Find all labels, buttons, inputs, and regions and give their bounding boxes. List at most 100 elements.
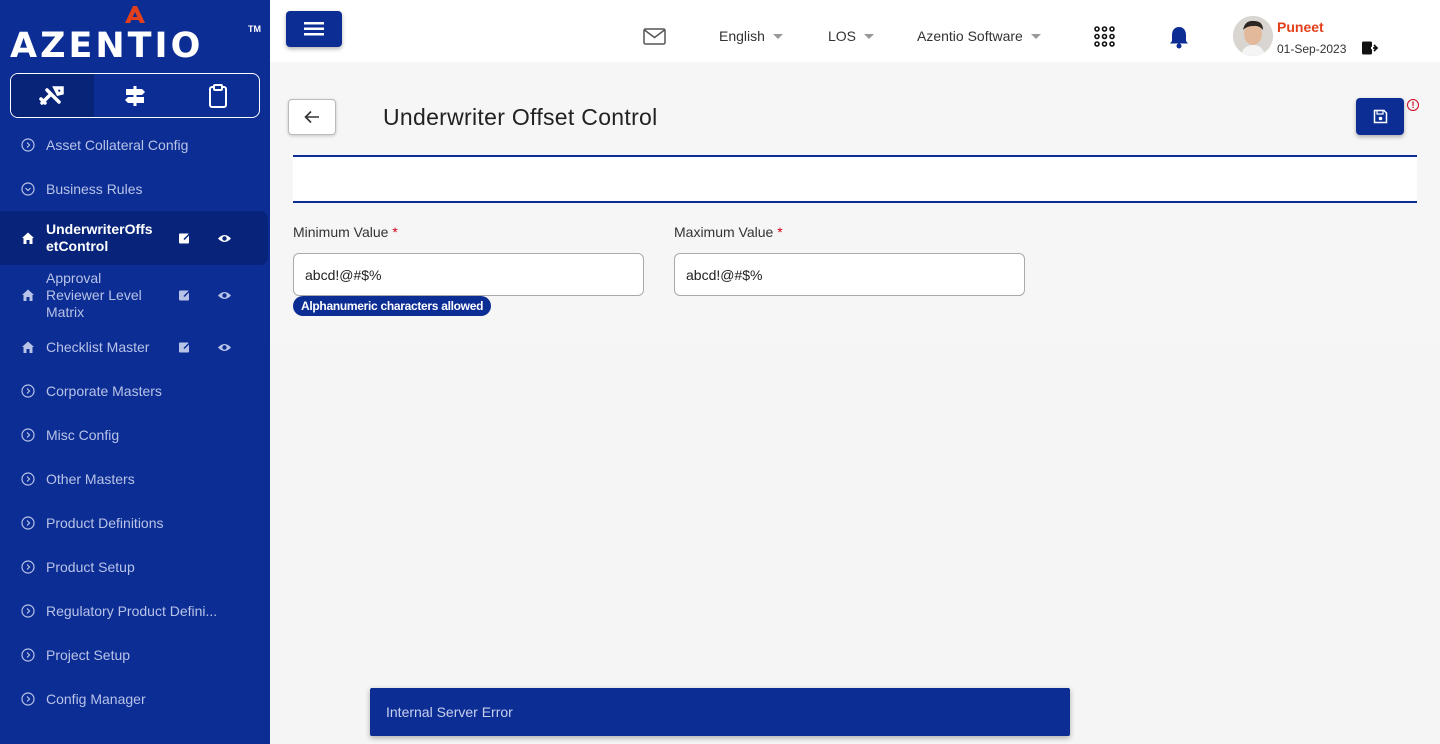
chevron-circle-icon [21, 604, 35, 618]
edit-icon[interactable] [178, 289, 191, 302]
chevron-down-icon [772, 33, 783, 39]
sidebar-item-label: Approval Reviewer Level Matrix [46, 269, 142, 320]
sidebar-tab-switcher [10, 73, 260, 118]
home-icon [22, 289, 34, 301]
chevron-down-icon [864, 33, 875, 39]
tab-clipboard[interactable] [176, 74, 259, 117]
page-background [270, 344, 1440, 744]
chevron-circle-icon [21, 472, 35, 486]
eye-icon[interactable] [217, 290, 232, 300]
chevron-circle-icon [21, 560, 35, 574]
user-name: Puneet [1277, 19, 1324, 35]
edit-icon[interactable] [178, 341, 191, 354]
back-button[interactable] [288, 99, 336, 135]
toast-message: Internal Server Error [386, 704, 513, 720]
eye-icon[interactable] [217, 342, 232, 352]
signpost-icon [125, 85, 145, 106]
sidebar-item-misc-config[interactable]: Misc Config [0, 413, 270, 457]
sidebar-item-approval-reviewer-level-matrix[interactable]: Approval Reviewer Level Matrix [0, 265, 270, 325]
home-icon [22, 232, 34, 244]
user-photo-icon [1233, 16, 1273, 56]
sidebar-item-label: Other Masters [46, 471, 135, 487]
mail-icon [643, 28, 666, 45]
company-dropdown[interactable]: Azentio Software [917, 28, 1041, 44]
sidebar-item-label: Product Setup [46, 559, 135, 575]
section-band [293, 155, 1417, 203]
sidebar-item-project-setup[interactable]: Project Setup [0, 633, 270, 677]
page-content: Underwriter Offset Control ! Minimum Val… [270, 62, 1440, 344]
sidebar-item-regulatory-product-definitions[interactable]: Regulatory Product Defini... [0, 589, 270, 633]
save-icon [1373, 109, 1387, 124]
sidebar-item-checklist-master[interactable]: Checklist Master [0, 325, 270, 369]
sidebar-item-label: Product Definitions [46, 515, 164, 531]
chevron-circle-icon [21, 516, 35, 530]
sidebar-item-label: Project Setup [46, 647, 131, 663]
error-toast: Internal Server Error [370, 688, 1070, 736]
logo-trademark: TM [248, 24, 261, 34]
menu-toggle-button[interactable] [286, 11, 342, 47]
sidebar-item-label: Business Rules [46, 181, 143, 197]
sidebar-item-underwriter-offset-control[interactable]: UnderwriterOffsetControl [0, 211, 268, 265]
sidebar-item-product-definitions[interactable]: Product Definitions [0, 501, 270, 545]
eye-icon[interactable] [217, 233, 232, 243]
maximum-value-input[interactable] [674, 253, 1025, 296]
required-mark: * [777, 224, 783, 240]
logout-icon[interactable] [1362, 41, 1378, 55]
language-value: English [719, 28, 765, 44]
mail-button[interactable] [643, 28, 666, 45]
minimum-value-label-text: Minimum Value [293, 224, 389, 240]
sidebar-item-label: Corporate Masters [46, 383, 162, 399]
sidebar-item-label: UnderwriterOffsetControl [46, 221, 153, 254]
sidebar-menu: Asset Collateral Config Business Rules U… [0, 123, 270, 721]
sidebar: AZENTIO TM Asset Collateral Config Busin… [0, 0, 270, 744]
logo-text: AZENTIO [10, 26, 204, 66]
sidebar-item-label: Regulatory Product Defini... [46, 603, 218, 619]
sidebar-item-other-masters[interactable]: Other Masters [0, 457, 270, 501]
chevron-circle-icon [21, 692, 35, 706]
edit-icon[interactable] [178, 232, 191, 245]
company-value: Azentio Software [917, 28, 1023, 44]
apps-button[interactable] [1094, 26, 1115, 47]
home-icon [22, 341, 34, 353]
error-indicator: ! [1407, 99, 1419, 111]
chevron-circle-icon [21, 428, 35, 442]
sidebar-item-corporate-masters[interactable]: Corporate Masters [0, 369, 270, 413]
validation-hint: Alphanumeric characters allowed [293, 296, 492, 316]
sidebar-item-asset-collateral-config[interactable]: Asset Collateral Config [0, 123, 270, 167]
tab-signpost[interactable] [94, 74, 177, 117]
save-button[interactable] [1356, 98, 1404, 135]
chevron-down-icon [1030, 33, 1041, 39]
module-value: LOS [828, 28, 857, 44]
minimum-value-input[interactable] [293, 253, 644, 296]
apps-grid-icon [1094, 26, 1115, 47]
minimum-value-label: Minimum Value * [293, 224, 398, 240]
sidebar-item-label: Config Manager [46, 691, 146, 707]
azentio-logo: AZENTIO TM [10, 4, 262, 66]
tab-tools[interactable] [11, 74, 94, 117]
sidebar-item-config-manager[interactable]: Config Manager [0, 677, 270, 721]
maximum-value-label-text: Maximum Value [674, 224, 774, 240]
notifications-button[interactable] [1169, 26, 1189, 49]
top-header: English LOS Azentio Software Puneet 01-S… [270, 0, 1440, 62]
page-title: Underwriter Offset Control [383, 104, 658, 130]
sidebar-item-label: Misc Config [46, 427, 120, 443]
arrow-left-icon [304, 110, 319, 124]
sidebar-item-label: Checklist Master [46, 339, 150, 355]
chevron-circle-icon [21, 648, 35, 662]
chevron-circle-icon [21, 138, 35, 152]
sidebar-item-business-rules[interactable]: Business Rules [0, 167, 270, 211]
module-dropdown[interactable]: LOS [828, 28, 875, 44]
maximum-value-label: Maximum Value * [674, 224, 783, 240]
chevron-circle-icon [21, 384, 35, 398]
chevron-circle-icon [21, 182, 35, 196]
sidebar-item-product-setup[interactable]: Product Setup [0, 545, 270, 589]
user-date: 01-Sep-2023 [1277, 42, 1347, 56]
bell-icon [1170, 27, 1188, 49]
sidebar-item-label: Asset Collateral Config [46, 137, 189, 153]
clipboard-icon [208, 83, 227, 108]
hamburger-icon [304, 22, 324, 36]
language-dropdown[interactable]: English [719, 28, 783, 44]
avatar[interactable] [1233, 16, 1273, 56]
logo-mark-icon [125, 6, 145, 23]
tools-icon [39, 85, 65, 105]
